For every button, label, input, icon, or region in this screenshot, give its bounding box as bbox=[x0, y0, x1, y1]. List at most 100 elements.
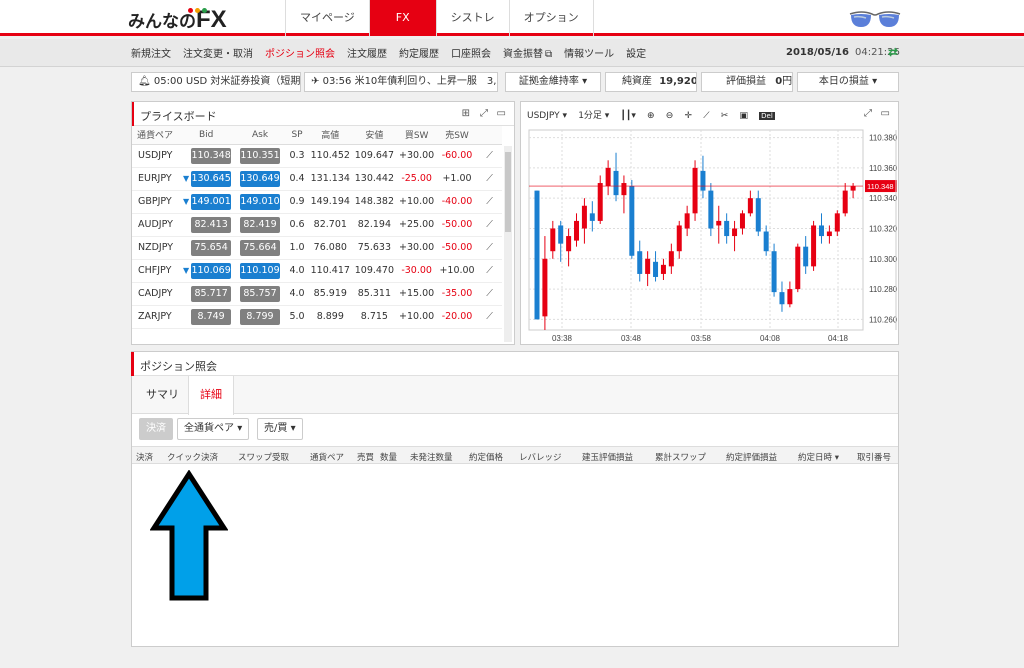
col-exec-datetime[interactable]: 約定日時 ▾ bbox=[798, 451, 839, 463]
menu-execution-history[interactable]: 約定履歴 bbox=[399, 45, 439, 60]
chart-link-cell[interactable]: ⟋ bbox=[477, 167, 502, 191]
col-position-pl[interactable]: 建玉評価損益 bbox=[582, 451, 633, 463]
col-trade-id[interactable]: 取引番号 bbox=[857, 451, 891, 463]
menu-fund-transfer[interactable]: 資金振替 ⧉ bbox=[503, 45, 552, 60]
candle-type-icon[interactable]: ┃┃▾ bbox=[620, 111, 635, 121]
mini-chart-icon[interactable]: ⟋ bbox=[486, 150, 493, 161]
col-pair[interactable]: 通貨ペア bbox=[310, 451, 344, 463]
bid-button[interactable]: 130.645 bbox=[191, 170, 232, 187]
refresh-arrows-icon[interactable]: ⇄ bbox=[888, 45, 898, 59]
chart-link-cell[interactable]: ⟋ bbox=[477, 282, 502, 306]
mini-chart-icon[interactable]: ⟋ bbox=[486, 219, 493, 230]
chart-link-cell[interactable]: ⟋ bbox=[477, 259, 502, 283]
bid-button[interactable]: 75.654 bbox=[191, 239, 232, 256]
news-ticker-1[interactable]: 🔔︎ 05:00 USD 対米証券投資（短期… bbox=[131, 72, 301, 92]
candle-body bbox=[763, 231, 769, 252]
chart-link-cell[interactable]: ⟋ bbox=[477, 236, 502, 260]
price-row[interactable]: ZARJPY 8.749 8.799 5.0 8.899 8.715 +10.00 -20.0… bbox=[132, 305, 502, 329]
menu-info-tools[interactable]: 情報ツール bbox=[564, 45, 614, 60]
price-row[interactable]: AUDJPY 82.413 82.419 0.6 82.701 82.194 +25.00-… bbox=[132, 213, 502, 237]
zoom-out-icon[interactable]: ⊖ bbox=[666, 111, 674, 121]
bid-button[interactable]: 149.001 bbox=[191, 193, 232, 210]
settle-button[interactable]: 決済 bbox=[139, 418, 173, 440]
price-row[interactable]: GBPJPY ▼ 149.001 149.010 0.9 149.194 148.382 +1… bbox=[132, 190, 502, 214]
menu-order-history[interactable]: 注文履歴 bbox=[347, 45, 387, 60]
save-icon[interactable]: ▣ bbox=[739, 111, 748, 121]
ask-button[interactable]: 8.799 bbox=[240, 308, 280, 325]
tab-fx[interactable]: FX bbox=[368, 0, 436, 36]
col-exec-pl[interactable]: 約定評価損益 bbox=[726, 451, 777, 463]
chart-link-cell[interactable]: ⟋ bbox=[477, 144, 502, 168]
col-unordered-qty[interactable]: 未発注数量 bbox=[410, 451, 453, 463]
ask-button[interactable]: 75.664 bbox=[240, 239, 280, 256]
col-side[interactable]: 売買 bbox=[357, 451, 374, 463]
bid-button[interactable]: 85.717 bbox=[191, 285, 232, 302]
grid-icon[interactable]: ⊞ bbox=[462, 108, 470, 119]
menu-new-order[interactable]: 新規注文 bbox=[131, 45, 171, 60]
bell-icon: 🔔︎ bbox=[138, 76, 151, 87]
mini-chart-icon[interactable]: ⟋ bbox=[486, 311, 493, 322]
tab-option[interactable]: オプション bbox=[508, 0, 594, 36]
today-pl-select[interactable]: 本日の損益 ▾ bbox=[797, 72, 899, 92]
margin-ratio-select[interactable]: 証拠金維持率 ▾ bbox=[505, 72, 601, 92]
tab-mypage[interactable]: マイページ bbox=[285, 0, 369, 36]
price-row[interactable]: USDJPY 110.348 110.351 0.3 110.452 109.647 +30… bbox=[132, 144, 502, 168]
price-board-scrollbar[interactable] bbox=[504, 146, 512, 342]
ask-button[interactable]: 110.351 bbox=[240, 147, 280, 164]
col-quantity[interactable]: 数量 bbox=[380, 451, 397, 463]
mini-chart-icon[interactable]: ⟋ bbox=[486, 265, 493, 276]
chart-link-cell[interactable]: ⟋ bbox=[477, 305, 502, 329]
price-row[interactable]: CHFJPY ▼ 110.069 110.109 4.0 110.417 109.470 -3… bbox=[132, 259, 502, 283]
price-row[interactable]: NZDJPY 75.654 75.664 1.0 76.080 75.633 +30.00-… bbox=[132, 236, 502, 260]
chart-link-cell[interactable]: ⟋ bbox=[477, 190, 502, 214]
monitor-icon[interactable]: ▭ bbox=[497, 108, 506, 119]
crosshair-icon[interactable]: ✛ bbox=[685, 111, 693, 121]
tab-detail[interactable]: 詳細 bbox=[188, 376, 234, 415]
price-row[interactable]: EURJPY ▼ 130.645 130.649 0.4 131.134 130.442 -2… bbox=[132, 167, 502, 191]
tab-systrade[interactable]: シストレ bbox=[435, 0, 509, 36]
ask-button[interactable]: 110.109 bbox=[240, 262, 280, 279]
tab-summary[interactable]: サマリ bbox=[146, 376, 179, 414]
bid-button[interactable]: 110.348 bbox=[191, 147, 232, 164]
bid-button[interactable]: 82.413 bbox=[191, 216, 232, 233]
scroll-thumb[interactable] bbox=[505, 152, 511, 232]
mini-chart-icon[interactable]: ⟋ bbox=[486, 173, 493, 184]
col-swap-receive[interactable]: スワップ受取 bbox=[238, 451, 289, 463]
col-total-swap[interactable]: 累計スワップ bbox=[655, 451, 706, 463]
scissors-icon[interactable]: ✂ bbox=[721, 111, 729, 121]
price-row[interactable]: CADJPY 85.717 85.757 4.0 85.919 85.311 +15.00-… bbox=[132, 282, 502, 306]
ask-button[interactable]: 85.757 bbox=[240, 285, 280, 302]
symbol-select[interactable]: USDJPY ▾ bbox=[527, 111, 567, 121]
ask-button[interactable]: 149.010 bbox=[240, 193, 280, 210]
ask-button[interactable]: 130.649 bbox=[240, 170, 280, 187]
candlestick-chart[interactable]: 110.380 110.360 110.340 110.320 110.300 110.2… bbox=[521, 126, 898, 344]
chart-monitor-icon[interactable]: ▭ bbox=[881, 108, 890, 119]
col-quick-settle[interactable]: クイック決済 bbox=[167, 451, 218, 463]
high: 131.134 bbox=[308, 167, 353, 191]
bid-button[interactable]: 110.069 bbox=[191, 262, 232, 279]
ask-button[interactable]: 82.419 bbox=[240, 216, 280, 233]
news-ticker-2[interactable]: ✈ 03:56 米10年債利回り、上昇一服 3,… bbox=[304, 72, 498, 92]
chart-link-cell[interactable]: ⟋ bbox=[477, 213, 502, 237]
bid-button[interactable]: 8.749 bbox=[191, 308, 232, 325]
col-exec-price[interactable]: 約定価格 bbox=[469, 451, 503, 463]
menu-settings[interactable]: 設定 bbox=[626, 45, 646, 60]
mini-chart-icon[interactable]: ⟋ bbox=[486, 288, 493, 299]
expand-icon[interactable]: ⤢ bbox=[480, 108, 488, 119]
mini-chart-icon[interactable]: ⟋ bbox=[486, 196, 493, 207]
zoom-in-icon[interactable]: ⊕ bbox=[647, 111, 655, 121]
menu-account-inquiry[interactable]: 口座照会 bbox=[451, 45, 491, 60]
sunglasses-icon[interactable] bbox=[848, 10, 902, 30]
mini-chart-icon[interactable]: ⟋ bbox=[486, 242, 493, 253]
timeframe-select[interactable]: 1分足 ▾ bbox=[578, 108, 609, 121]
menu-order-change[interactable]: 注文変更・取消 bbox=[183, 45, 253, 60]
draw-line-icon[interactable]: ⟋ bbox=[703, 111, 709, 121]
side-filter-select[interactable]: 売/買 ▾ bbox=[257, 418, 303, 440]
logo[interactable]: みんなの FX bbox=[128, 4, 227, 33]
chart-expand-icon[interactable]: ⤢ bbox=[864, 108, 872, 119]
menu-position-inquiry[interactable]: ポジション照会 bbox=[265, 45, 335, 60]
delete-icon[interactable]: Del bbox=[759, 112, 775, 120]
pair-filter-select[interactable]: 全通貨ペア ▾ bbox=[177, 418, 250, 440]
col-settle[interactable]: 決済 bbox=[136, 451, 153, 463]
col-leverage[interactable]: レバレッジ bbox=[519, 451, 562, 463]
